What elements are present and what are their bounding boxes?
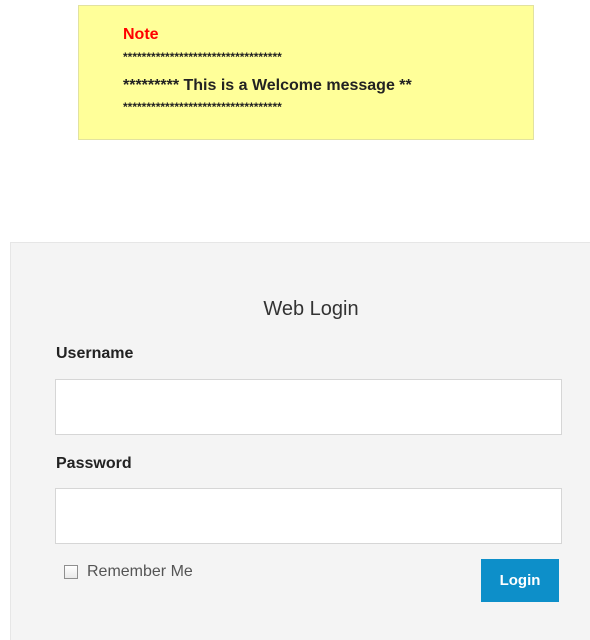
remember-me-row[interactable]: Remember Me (64, 562, 193, 582)
welcome-message: ********* This is a Welcome message ** (123, 77, 412, 94)
login-panel: Web Login Username Password Remember Me … (10, 242, 590, 640)
note-title: Note (123, 26, 159, 43)
password-input[interactable] (55, 488, 562, 544)
login-button[interactable]: Login (481, 559, 559, 602)
username-label: Username (56, 345, 134, 362)
remember-me-checkbox[interactable] (64, 565, 78, 579)
note-stars-bottom: ********************************** (123, 100, 282, 114)
password-label: Password (56, 455, 132, 472)
username-input[interactable] (55, 379, 562, 435)
login-title: Web Login (263, 298, 359, 320)
remember-me-label: Remember Me (87, 563, 193, 580)
note-stars-top: ********************************** (123, 50, 282, 64)
welcome-note-box: Note ********************************** … (78, 5, 534, 140)
